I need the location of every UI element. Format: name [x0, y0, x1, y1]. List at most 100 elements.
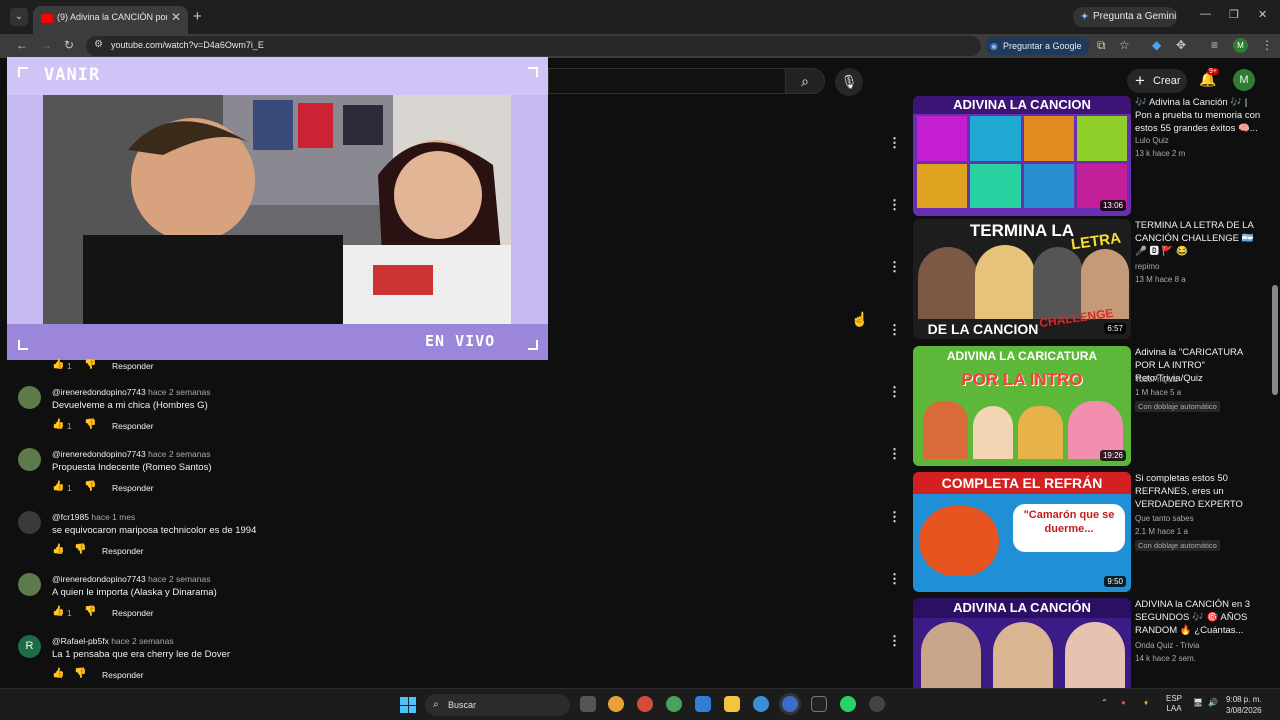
gemini-button[interactable]: ✦ Pregunta a Gemini [1073, 7, 1177, 27]
create-button[interactable]: + Crear [1127, 69, 1187, 93]
video-thumbnail[interactable]: TERMINA LA LETRA DE LA CANCION CHALLENGE… [913, 219, 1131, 339]
file-explorer-icon[interactable] [724, 696, 740, 712]
forward-icon[interactable]: → [40, 38, 52, 52]
page-scrollbar[interactable] [1271, 65, 1279, 685]
comment-menu-icon[interactable]: ⋮ [888, 446, 901, 462]
tray-mic-icon[interactable]: ♦ [1144, 698, 1148, 707]
like-icon[interactable]: 👍 [52, 606, 64, 617]
search-button[interactable]: ⌕ [785, 68, 825, 94]
comment-author[interactable]: @fcr1985 [52, 512, 89, 522]
windows-start-icon[interactable] [400, 697, 416, 713]
browser-tab-active[interactable]: (9) Adivina la CANCIÓN por su ✕ [33, 6, 188, 34]
reply-button[interactable]: Responder [102, 546, 144, 556]
restore-icon[interactable]: ❐ [1229, 8, 1239, 21]
comment-menu-icon[interactable]: ⋮ [888, 384, 901, 400]
reply-button[interactable]: Responder [112, 483, 154, 493]
chrome-app-icon[interactable] [637, 696, 653, 712]
reply-button[interactable]: Responder [112, 608, 154, 618]
like-icon[interactable]: 👍 [52, 419, 64, 430]
channel-name[interactable]: Lulo Quiz [1135, 136, 1169, 145]
extension-icon[interactable]: ◆ [1152, 38, 1161, 52]
chrome-menu-icon[interactable]: ⋮ [1261, 38, 1273, 52]
search-input[interactable] [548, 68, 785, 94]
reply-button[interactable]: Responder [112, 421, 154, 431]
commenter-avatar[interactable]: R [18, 635, 41, 658]
reload-icon[interactable]: ↻ [64, 38, 74, 52]
taskbar-clock[interactable]: 9:08 p. m. 3/08/2026 [1226, 694, 1262, 716]
media-controls-icon[interactable]: ≡ [1211, 38, 1218, 52]
commenter-avatar[interactable] [18, 448, 41, 471]
address-bar[interactable]: ⚙ youtube.com/watch?v=D4a6Owm7i_E [86, 36, 981, 56]
reply-button[interactable]: Responder [102, 670, 144, 680]
comment-menu-icon[interactable]: ⋮ [888, 571, 901, 587]
voice-search-button[interactable]: 🎙 [835, 68, 863, 96]
settings-gear-icon[interactable] [869, 696, 885, 712]
dislike-icon[interactable]: 👎 [74, 544, 86, 555]
comment-time[interactable]: hace 1 mes [91, 512, 135, 522]
taskbar-search[interactable]: ⌕ Buscar [425, 694, 570, 716]
video-title[interactable]: TERMINA LA LETRA DE LA CANCIÓN CHALLENGE… [1135, 219, 1263, 258]
site-info-icon[interactable]: ⚙ [94, 39, 103, 50]
comment-menu-icon[interactable]: ⋮ [888, 509, 901, 525]
tray-app-icon[interactable]: ● [1121, 698, 1126, 707]
youtube-avatar[interactable]: M [1233, 69, 1255, 91]
bookmark-star-icon[interactable]: ☆ [1119, 38, 1130, 52]
comment-author[interactable]: @ireneredondopino7743 [52, 574, 146, 584]
like-icon[interactable]: 👍 [52, 481, 64, 492]
channel-name[interactable]: repimo [1135, 262, 1159, 271]
commenter-avatar[interactable] [18, 573, 41, 596]
more-actions-icon[interactable]: ⋮ [888, 322, 901, 338]
tray-chevron-icon[interactable]: ⌃ [1101, 698, 1108, 707]
comment-time[interactable]: hace 2 semanas [111, 636, 173, 646]
channel-name[interactable]: Onda Quiz - Trivia [1135, 641, 1199, 650]
commenter-avatar[interactable] [18, 386, 41, 409]
more-actions-icon[interactable]: ⋮ [888, 259, 901, 275]
profile-avatar[interactable]: M [1233, 38, 1248, 53]
task-view-icon[interactable] [580, 696, 596, 712]
video-thumbnail[interactable]: COMPLETA EL REFRÁN "Camarón que se duerm… [913, 472, 1131, 592]
video-thumbnail[interactable]: ADIVINA LA CARICATURA POR LA INTRO 19:26 [913, 346, 1131, 466]
ask-google-button[interactable]: ◉ Preguntar a Google [985, 37, 1090, 55]
more-actions-icon[interactable]: ⋮ [888, 135, 901, 151]
close-window-icon[interactable]: ✕ [1258, 8, 1267, 21]
whatsapp-icon[interactable] [840, 696, 856, 712]
chrome-app-icon[interactable] [608, 696, 624, 712]
tab-close-icon[interactable]: ✕ [171, 10, 181, 24]
tab-search-chevron-icon[interactable]: ⌄ [10, 8, 28, 26]
like-icon[interactable]: 👍 [52, 544, 64, 555]
minimize-icon[interactable]: — [1200, 8, 1211, 20]
comment-time[interactable]: hace 2 semanas [148, 449, 210, 459]
dislike-icon[interactable]: 👎 [84, 359, 96, 370]
channel-name[interactable]: TodoFriQuiz [1135, 375, 1178, 384]
back-icon[interactable]: ← [16, 38, 28, 52]
related-video[interactable]: COMPLETA EL REFRÁN "Camarón que se duerm… [913, 472, 1263, 594]
comment-time[interactable]: hace 2 semanas [148, 574, 210, 584]
video-title[interactable]: ADIVINA la CANCIÓN en 3 SEGUNDOS 🎶 🎯 AÑO… [1135, 598, 1263, 637]
channel-name[interactable]: Que tanto sabes [1135, 514, 1194, 523]
dislike-icon[interactable]: 👎 [74, 668, 86, 679]
related-video[interactable]: ADIVINA LA CARICATURA POR LA INTRO 19:26… [913, 346, 1263, 468]
commenter-avatar[interactable] [18, 511, 41, 534]
install-app-icon[interactable]: ⧉ [1097, 38, 1106, 53]
chrome-app-icon[interactable] [666, 696, 682, 712]
dislike-icon[interactable]: 👎 [84, 481, 96, 492]
video-title[interactable]: Si completas estos 50 REFRANES, eres un … [1135, 472, 1263, 511]
related-video[interactable]: ADIVINA LA CANCION 13:06 🎶 Adivina la Ca… [913, 96, 1263, 218]
like-icon[interactable]: 👍 [52, 359, 64, 370]
related-video[interactable]: ADIVINA LA CANCIÓN ADIVINA la CANCIÓN en… [913, 598, 1263, 688]
comment-author[interactable]: @Rafael-pb5fx [52, 636, 109, 646]
chrome-active-icon[interactable] [782, 696, 798, 712]
scrollbar-thumb[interactable] [1272, 285, 1278, 395]
video-thumbnail[interactable]: ADIVINA LA CANCIÓN [913, 598, 1131, 688]
comment-author[interactable]: @ireneredondopino7743 [52, 387, 146, 397]
audio-app-icon[interactable] [811, 696, 827, 712]
reply-button[interactable]: Responder [112, 361, 154, 371]
dislike-icon[interactable]: 👎 [84, 419, 96, 430]
more-actions-icon[interactable]: ⋮ [888, 197, 901, 213]
comment-menu-icon[interactable]: ⋮ [888, 633, 901, 649]
dislike-icon[interactable]: 👎 [84, 606, 96, 617]
video-thumbnail[interactable]: ADIVINA LA CANCION 13:06 [913, 96, 1131, 216]
video-title[interactable]: 🎶 Adivina la Canción 🎶 | Pon a prueba tu… [1135, 96, 1263, 135]
volume-icon[interactable]: 🔊 [1208, 698, 1218, 707]
network-icon[interactable]: 🖥 [1193, 698, 1203, 707]
